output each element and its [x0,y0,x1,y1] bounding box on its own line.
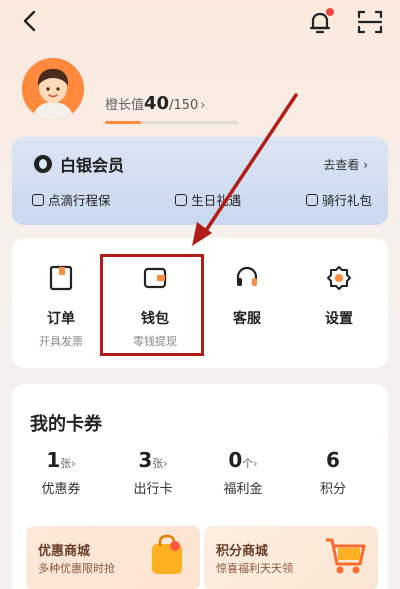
perk-trip-insurance[interactable]: 点滴行程保 [32,190,111,209]
gift-box-icon [305,193,318,206]
shopping-bag-icon [152,534,182,574]
service-sublabel: 开具发票 [39,335,83,348]
stat-name: 福利金 [223,482,263,497]
stat-unit: 张 [152,457,164,470]
stat-value: 3 [138,448,153,472]
stat-value: 1 [46,448,61,472]
gift-icon [175,193,188,206]
stat-welfare-fund[interactable]: 0个› 福利金 [200,448,286,497]
member-level-icon [34,155,52,173]
chevron-left-icon[interactable] [18,8,44,34]
service-sublabel: 零钱提现 [133,335,177,348]
growth-number: 40 [144,93,170,114]
stat-name: 优惠券 [41,482,81,497]
points-mall[interactable]: 积分商城 惊喜福利天天领 [204,526,378,589]
member-card[interactable]: 白银会员 去查看 › 点滴行程保 生日礼遇 骑行礼包 [12,137,388,225]
perk-label: 骑行礼包 [321,193,372,208]
service-order[interactable]: 订单 开具发票 [14,238,108,368]
stat-coupons[interactable]: 1张› 优惠券 [18,448,104,497]
service-grid: 订单 开具发票 钱包 零钱提现 客服 设置 [12,238,388,368]
notification-dot [326,8,334,16]
stat-unit: 张 [60,457,72,470]
order-icon [49,265,73,291]
growth-max: /150 [169,98,199,113]
service-settings[interactable]: 设置 [292,238,386,368]
settings-icon [327,266,351,290]
stat-value: 0 [228,448,243,472]
stat-name: 积分 [319,482,346,497]
stat-unit: 个 [242,457,254,470]
scan-icon[interactable] [356,8,384,36]
member-view-link[interactable]: 去查看 › [323,156,368,173]
chevron-right-icon: › [71,457,76,470]
service-support[interactable]: 客服 [200,238,294,368]
coupons-card: 我的卡券 1张› 优惠券 3张› 出行卡 0个› 福利金 6 积分 优惠商城 多… [12,384,388,589]
notification-button[interactable] [305,7,335,37]
mall-subtitle: 多种优惠限时抢 [38,562,115,575]
chevron-right-icon: › [253,457,258,470]
stat-travel-cards[interactable]: 3张› 出行卡 [110,448,196,497]
wallet-icon [143,267,167,289]
chevron-right-icon: › [200,98,206,113]
mall-title: 优惠商城 [38,544,91,559]
stat-value: 6 [326,448,340,472]
perk-cycling[interactable]: 骑行礼包 [305,190,372,209]
service-label: 订单 [47,311,75,327]
growth-value[interactable]: 橙长值40/150 › [105,93,205,114]
perk-birthday[interactable]: 生日礼遇 [175,190,241,209]
growth-progress-fill [105,121,141,124]
shopping-cart-icon [326,538,366,574]
member-perks: 点滴行程保 生日礼遇 骑行礼包 [32,190,372,209]
perk-label: 点滴行程保 [48,193,111,208]
avatar[interactable] [22,58,84,120]
service-label: 客服 [233,311,261,327]
chevron-right-icon: › [163,457,168,470]
mall-subtitle: 惊喜福利天天领 [216,562,293,575]
service-wallet[interactable]: 钱包 零钱提现 [108,238,202,368]
member-title: 白银会员 [34,152,124,176]
perk-label: 生日礼遇 [191,193,242,208]
discount-mall[interactable]: 优惠商城 多种优惠限时抢 [26,526,200,589]
shield-icon [32,193,44,206]
avatar-image [22,58,84,120]
mall-title: 积分商城 [216,544,269,559]
stat-points[interactable]: 6 积分 [290,448,376,497]
top-bar [0,0,400,44]
service-label: 设置 [325,311,353,327]
growth-label: 橙长值 [105,98,145,113]
coupons-title: 我的卡券 [30,414,102,435]
stat-name: 出行卡 [133,482,173,497]
growth-progress-bar [105,121,238,124]
service-label: 钱包 [141,311,169,327]
member-view-label: 去查看 [323,158,360,172]
member-name: 白银会员 [60,156,125,175]
headset-icon [236,266,258,286]
